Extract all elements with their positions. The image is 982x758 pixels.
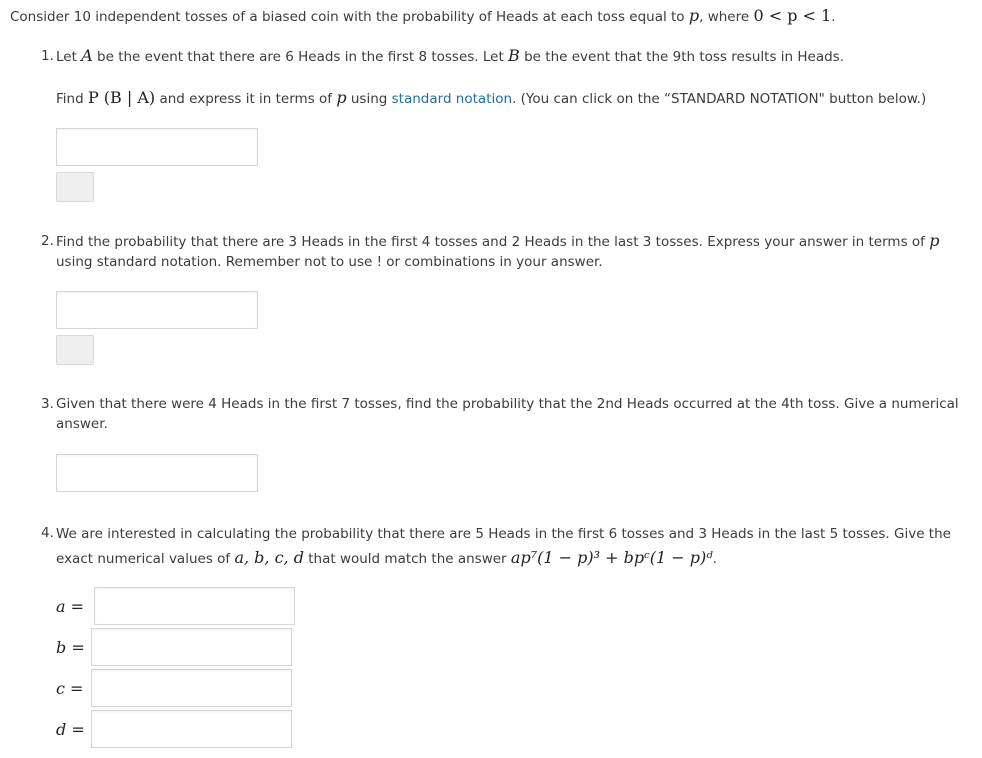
q4-text-c: . <box>712 551 717 567</box>
q1-tail: . (You can click on the “STANDARD NOTATI… <box>512 91 927 107</box>
intro-var-p: p <box>688 6 700 25</box>
c-input[interactable] <box>91 669 292 707</box>
q1-var-b: B <box>508 46 520 65</box>
q1-using: using <box>346 91 392 107</box>
intro-math: 0 < p < 1 <box>753 6 832 25</box>
question-4: 4. We are interested in calculating the … <box>41 523 976 571</box>
question-3-number: 3. <box>41 396 54 412</box>
q2-text-b: using standard notation. Remember not to… <box>56 254 603 270</box>
q1-prob-expression: P (B | A) <box>87 88 156 107</box>
q1-text-b: be the event that there are 6 Heads in t… <box>92 49 509 65</box>
q2-standard-notation-button[interactable] <box>56 335 94 365</box>
q4-text-b: that would match the answer <box>303 551 511 567</box>
q2-var-p: p <box>929 231 940 250</box>
question-1-text: Let A be the event that there are 6 Head… <box>56 46 976 67</box>
q3-answer-input[interactable] <box>56 454 258 492</box>
question-2-number: 2. <box>41 233 54 249</box>
q1-after-expression: and express it in terms of <box>155 91 337 107</box>
question-1-number: 1. <box>41 48 54 64</box>
label-b: b = <box>56 638 85 657</box>
b-input[interactable] <box>91 628 292 666</box>
question-1: 1. Let A be the event that there are 6 H… <box>41 46 976 67</box>
q1-find-label: Find <box>56 91 88 107</box>
q4-vars: a, b, c, d <box>234 548 304 567</box>
intro-text-mid: , where <box>699 9 754 25</box>
intro-text: Consider 10 independent tosses of a bias… <box>10 6 836 25</box>
label-d: d = <box>56 720 85 739</box>
q2-text-a: Find the probability that there are 3 He… <box>56 234 930 250</box>
q1-answer-input[interactable] <box>56 128 258 166</box>
d-input[interactable] <box>91 710 292 748</box>
standard-notation-link[interactable]: standard notation <box>392 91 512 107</box>
a-input[interactable] <box>94 587 295 625</box>
intro-text-before: Consider 10 independent tosses of a bias… <box>10 9 689 25</box>
question-4-number: 4. <box>41 525 54 541</box>
q1-standard-notation-button[interactable] <box>56 172 94 202</box>
question-1-find: Find P (B | A) and express it in terms o… <box>56 88 926 107</box>
question-2: 2. Find the probability that there are 3… <box>41 231 976 272</box>
q1-text-a: Let <box>56 49 82 65</box>
q2-answer-input[interactable] <box>56 291 258 329</box>
q1-text-c: be the event that the 9th toss results i… <box>519 49 844 65</box>
question-2-text: Find the probability that there are 3 He… <box>56 231 976 272</box>
question-3-text: Given that there were 4 Heads in the fir… <box>56 396 959 432</box>
label-c: c = <box>56 679 84 698</box>
q1-var-a: A <box>81 46 93 65</box>
q1-var-p: p <box>336 88 347 107</box>
intro-text-end: . <box>831 9 836 25</box>
q4-formula: ap⁷(1 − p)³ + bpᶜ(1 − p)ᵈ <box>510 548 713 567</box>
label-a: a = <box>56 597 85 616</box>
question-3: 3. Given that there were 4 Heads in the … <box>41 394 976 434</box>
question-4-text: We are interested in calculating the pro… <box>56 523 976 571</box>
